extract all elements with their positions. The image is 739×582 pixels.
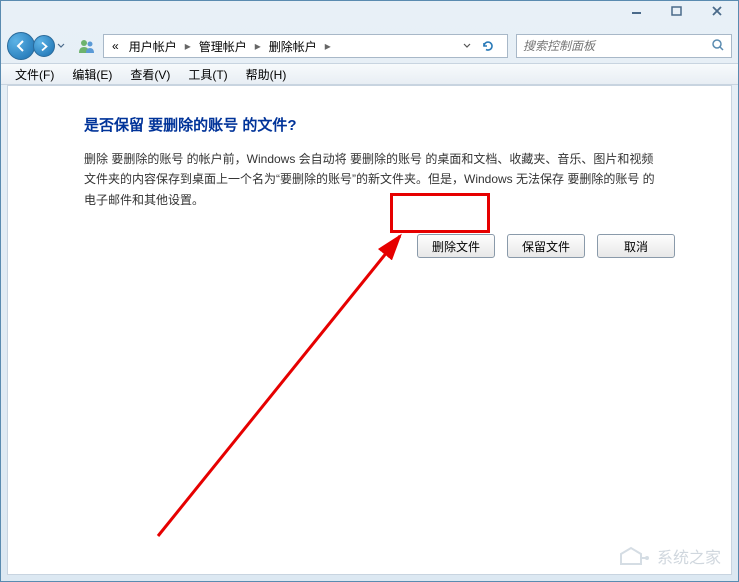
maximize-icon [671,6,683,16]
maximize-button[interactable] [664,3,690,19]
menu-help[interactable]: 帮助(H) [238,64,295,85]
window-frame: « 用户帐户 ▸ 管理帐户 ▸ 删除帐户 ▸ 文件(F) 编辑(E) 查看(V)… [0,0,739,582]
menu-view[interactable]: 查看(V) [122,64,178,85]
watermark: 系统之家 [617,544,721,568]
menubar: 文件(F) 编辑(E) 查看(V) 工具(T) 帮助(H) [1,63,738,85]
watermark-logo-icon [617,544,651,568]
search-box[interactable] [516,34,732,58]
refresh-button[interactable] [477,36,499,56]
search-icon[interactable] [711,38,725,55]
arrow-right-icon [39,41,50,52]
arrow-left-icon [14,39,28,53]
breadcrumb-item-0[interactable]: 用户帐户 [125,38,181,55]
close-button[interactable] [704,3,730,19]
back-button[interactable] [7,32,35,60]
search-input[interactable] [523,39,711,53]
refresh-icon [481,39,495,53]
keep-files-button[interactable]: 保留文件 [507,234,585,258]
close-icon [711,6,723,16]
minimize-button[interactable] [624,3,650,19]
breadcrumb-sep-icon: ▸ [253,39,263,53]
nav-buttons [7,32,67,60]
button-row: 删除文件 保留文件 取消 [56,234,683,258]
menu-tools[interactable]: 工具(T) [180,64,235,85]
breadcrumb-prefix[interactable]: « [108,39,123,53]
content-area: 是否保留 要删除的账号 的文件? 删除 要删除的账号 的帐户前，Windows … [7,85,732,575]
watermark-text: 系统之家 [657,544,721,568]
breadcrumb[interactable]: « 用户帐户 ▸ 管理帐户 ▸ 删除帐户 ▸ [103,34,508,58]
delete-files-button[interactable]: 删除文件 [417,234,495,258]
users-icon [77,36,97,56]
chevron-down-icon[interactable] [463,43,471,49]
page-heading: 是否保留 要删除的账号 的文件? [84,114,683,135]
breadcrumb-end [335,36,503,56]
menu-file[interactable]: 文件(F) [7,64,62,85]
minimize-icon [631,6,643,16]
breadcrumb-item-1[interactable]: 管理帐户 [195,38,251,55]
menu-edit[interactable]: 编辑(E) [64,64,120,85]
forward-button[interactable] [33,35,55,57]
breadcrumb-item-2[interactable]: 删除帐户 [265,38,321,55]
cancel-button[interactable]: 取消 [597,234,675,258]
chevron-down-icon [57,43,65,49]
breadcrumb-sep-icon: ▸ [183,39,193,53]
page-body-text: 删除 要删除的账号 的帐户前，Windows 会自动将 要删除的账号 的桌面和文… [84,149,664,210]
breadcrumb-sep-icon: ▸ [323,39,333,53]
titlebar [1,1,738,29]
annotation-arrow [138,226,418,546]
nav-history-dropdown[interactable] [55,34,67,58]
navigation-bar: « 用户帐户 ▸ 管理帐户 ▸ 删除帐户 ▸ [1,29,738,63]
